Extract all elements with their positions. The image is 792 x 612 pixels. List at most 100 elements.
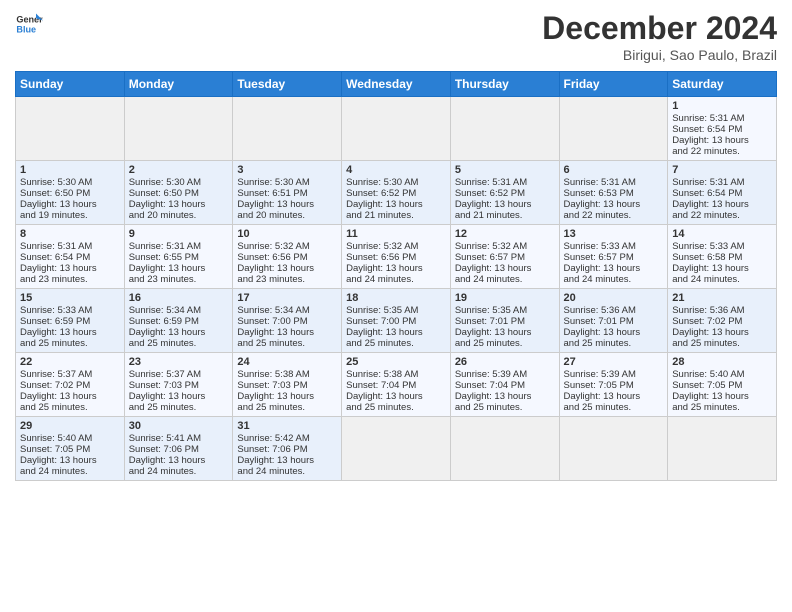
calendar-cell (342, 97, 451, 161)
day-number: 23 (129, 356, 229, 368)
sunset-text: Sunset: 6:50 PM (129, 188, 199, 199)
daylight-minutes: and 25 minutes. (455, 402, 523, 413)
logo-icon: General Blue (15, 10, 43, 38)
daylight-minutes: and 22 minutes. (564, 210, 632, 221)
calendar-cell (450, 417, 559, 481)
day-number: 19 (455, 292, 555, 304)
sunset-text: Sunset: 7:05 PM (672, 380, 742, 391)
svg-text:General: General (16, 15, 43, 25)
calendar-cell: 28Sunrise: 5:40 AMSunset: 7:05 PMDayligh… (668, 353, 777, 417)
daylight-label: Daylight: 13 hours (346, 327, 423, 338)
day-number: 31 (237, 420, 337, 432)
daylight-minutes: and 25 minutes. (672, 338, 740, 349)
day-number: 30 (129, 420, 229, 432)
calendar-cell (342, 417, 451, 481)
calendar-cell: 15Sunrise: 5:33 AMSunset: 6:59 PMDayligh… (16, 289, 125, 353)
daylight-label: Daylight: 13 hours (346, 263, 423, 274)
daylight-label: Daylight: 13 hours (237, 199, 314, 210)
daylight-minutes: and 25 minutes. (129, 338, 197, 349)
daylight-label: Daylight: 13 hours (455, 327, 532, 338)
sunset-text: Sunset: 6:56 PM (346, 252, 416, 263)
header-cell-sunday: Sunday (16, 72, 125, 97)
daylight-label: Daylight: 13 hours (237, 455, 314, 466)
sunset-text: Sunset: 6:56 PM (237, 252, 307, 263)
sunset-text: Sunset: 7:02 PM (20, 380, 90, 391)
day-number: 5 (455, 164, 555, 176)
sunrise-text: Sunrise: 5:40 AM (20, 433, 92, 444)
calendar-cell: 25Sunrise: 5:38 AMSunset: 7:04 PMDayligh… (342, 353, 451, 417)
daylight-minutes: and 25 minutes. (672, 402, 740, 413)
calendar-table: SundayMondayTuesdayWednesdayThursdayFrid… (15, 71, 777, 481)
calendar-cell: 4Sunrise: 5:30 AMSunset: 6:52 PMDaylight… (342, 161, 451, 225)
sunset-text: Sunset: 7:02 PM (672, 316, 742, 327)
sunset-text: Sunset: 7:05 PM (20, 444, 90, 455)
daylight-label: Daylight: 13 hours (20, 391, 97, 402)
calendar-cell: 13Sunrise: 5:33 AMSunset: 6:57 PMDayligh… (559, 225, 668, 289)
calendar-cell: 1Sunrise: 5:31 AMSunset: 6:54 PMDaylight… (668, 97, 777, 161)
week-row-0: 1Sunrise: 5:31 AMSunset: 6:54 PMDaylight… (16, 97, 777, 161)
daylight-minutes: and 25 minutes. (237, 402, 305, 413)
sunset-text: Sunset: 7:06 PM (129, 444, 199, 455)
sunrise-text: Sunrise: 5:32 AM (237, 241, 309, 252)
sunrise-text: Sunrise: 5:35 AM (346, 305, 418, 316)
calendar-cell: 16Sunrise: 5:34 AMSunset: 6:59 PMDayligh… (124, 289, 233, 353)
day-number: 20 (564, 292, 664, 304)
sunrise-text: Sunrise: 5:32 AM (455, 241, 527, 252)
daylight-minutes: and 20 minutes. (237, 210, 305, 221)
sunrise-text: Sunrise: 5:38 AM (346, 369, 418, 380)
daylight-minutes: and 19 minutes. (20, 210, 88, 221)
calendar-cell: 31Sunrise: 5:42 AMSunset: 7:06 PMDayligh… (233, 417, 342, 481)
daylight-label: Daylight: 13 hours (346, 199, 423, 210)
daylight-minutes: and 24 minutes. (129, 466, 197, 477)
week-row-3: 15Sunrise: 5:33 AMSunset: 6:59 PMDayligh… (16, 289, 777, 353)
sunset-text: Sunset: 6:57 PM (564, 252, 634, 263)
sunset-text: Sunset: 6:50 PM (20, 188, 90, 199)
calendar-cell: 30Sunrise: 5:41 AMSunset: 7:06 PMDayligh… (124, 417, 233, 481)
day-number: 26 (455, 356, 555, 368)
day-number: 11 (346, 228, 446, 240)
calendar-cell: 19Sunrise: 5:35 AMSunset: 7:01 PMDayligh… (450, 289, 559, 353)
daylight-minutes: and 25 minutes. (564, 338, 632, 349)
sunset-text: Sunset: 7:04 PM (346, 380, 416, 391)
daylight-label: Daylight: 13 hours (564, 327, 641, 338)
sunrise-text: Sunrise: 5:39 AM (564, 369, 636, 380)
daylight-label: Daylight: 13 hours (672, 199, 749, 210)
sunset-text: Sunset: 6:57 PM (455, 252, 525, 263)
daylight-minutes: and 25 minutes. (20, 402, 88, 413)
header-cell-saturday: Saturday (668, 72, 777, 97)
day-number: 16 (129, 292, 229, 304)
sunrise-text: Sunrise: 5:30 AM (129, 177, 201, 188)
day-number: 22 (20, 356, 120, 368)
day-number: 8 (20, 228, 120, 240)
daylight-minutes: and 22 minutes. (672, 210, 740, 221)
daylight-label: Daylight: 13 hours (20, 455, 97, 466)
daylight-minutes: and 24 minutes. (346, 274, 414, 285)
sunrise-text: Sunrise: 5:31 AM (455, 177, 527, 188)
daylight-label: Daylight: 13 hours (672, 135, 749, 146)
calendar-cell: 21Sunrise: 5:36 AMSunset: 7:02 PMDayligh… (668, 289, 777, 353)
daylight-minutes: and 24 minutes. (237, 466, 305, 477)
sunrise-text: Sunrise: 5:30 AM (237, 177, 309, 188)
daylight-label: Daylight: 13 hours (20, 263, 97, 274)
calendar-cell: 27Sunrise: 5:39 AMSunset: 7:05 PMDayligh… (559, 353, 668, 417)
day-number: 4 (346, 164, 446, 176)
week-row-5: 29Sunrise: 5:40 AMSunset: 7:05 PMDayligh… (16, 417, 777, 481)
day-number: 12 (455, 228, 555, 240)
calendar-cell: 9Sunrise: 5:31 AMSunset: 6:55 PMDaylight… (124, 225, 233, 289)
daylight-label: Daylight: 13 hours (129, 327, 206, 338)
week-row-2: 8Sunrise: 5:31 AMSunset: 6:54 PMDaylight… (16, 225, 777, 289)
daylight-label: Daylight: 13 hours (564, 263, 641, 274)
sunset-text: Sunset: 6:55 PM (129, 252, 199, 263)
sunrise-text: Sunrise: 5:36 AM (672, 305, 744, 316)
week-row-4: 22Sunrise: 5:37 AMSunset: 7:02 PMDayligh… (16, 353, 777, 417)
calendar-cell (559, 97, 668, 161)
sunrise-text: Sunrise: 5:33 AM (20, 305, 92, 316)
day-number: 28 (672, 356, 772, 368)
sunset-text: Sunset: 7:05 PM (564, 380, 634, 391)
day-number: 29 (20, 420, 120, 432)
sunset-text: Sunset: 6:59 PM (129, 316, 199, 327)
calendar-cell: 5Sunrise: 5:31 AMSunset: 6:52 PMDaylight… (450, 161, 559, 225)
calendar-cell: 12Sunrise: 5:32 AMSunset: 6:57 PMDayligh… (450, 225, 559, 289)
sunset-text: Sunset: 6:54 PM (20, 252, 90, 263)
daylight-minutes: and 25 minutes. (346, 338, 414, 349)
